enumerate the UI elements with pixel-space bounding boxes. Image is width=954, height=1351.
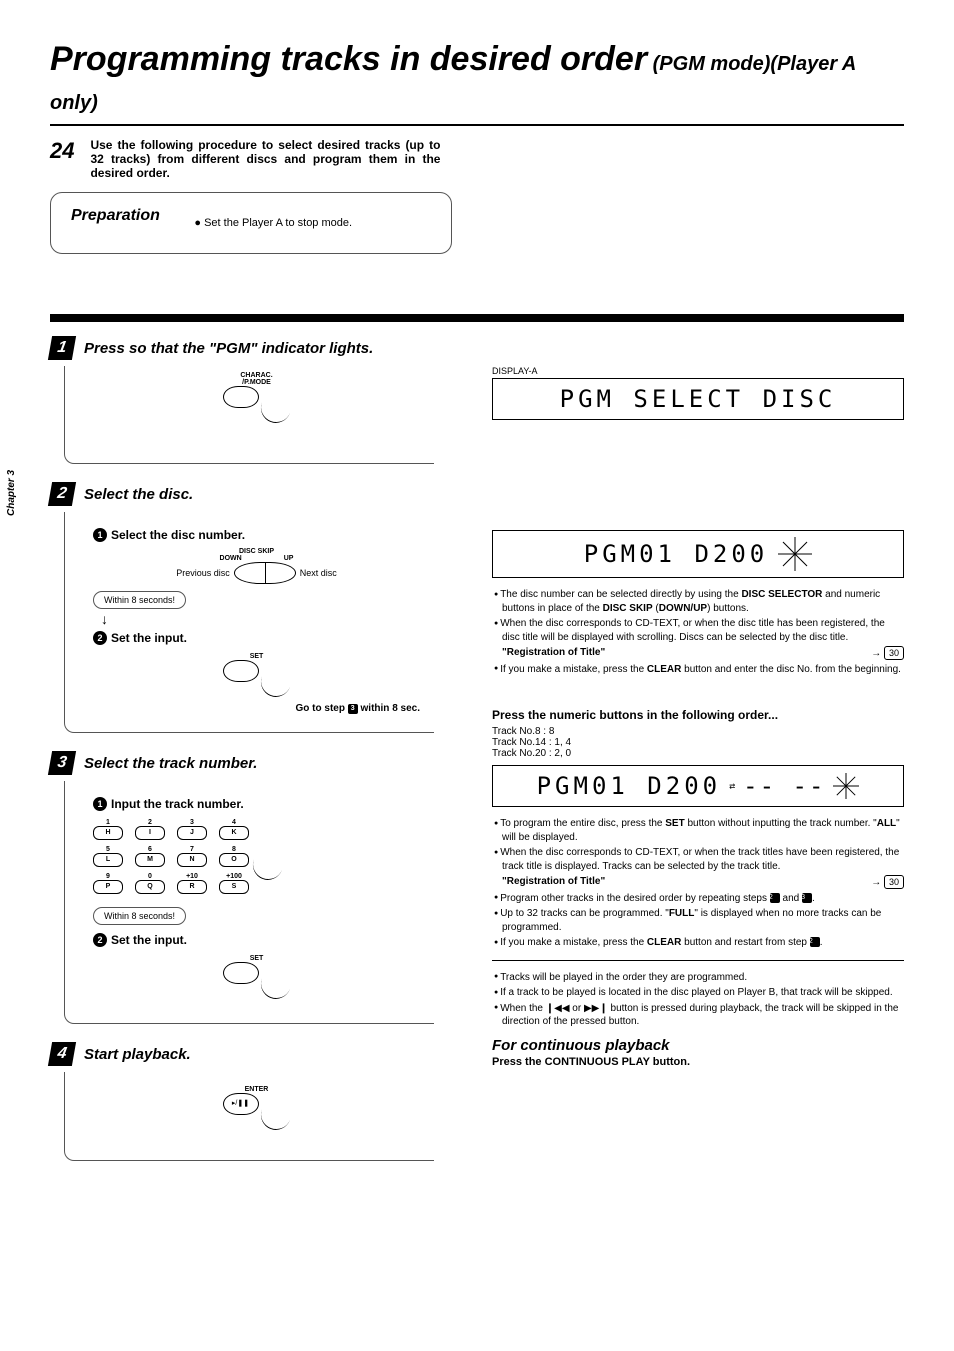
lcd-display-1: PGM SELECT DISC [492, 378, 904, 420]
step-2-title: Select the disc. [84, 486, 193, 503]
preparation-item: ● Set the Player A to stop mode. [194, 217, 352, 229]
numeric-key: +10R [177, 873, 207, 894]
registration-title-ref-2: "Registration of Title" [502, 875, 605, 890]
step-4-number: 4 [48, 1042, 76, 1066]
starburst-icon [778, 537, 812, 571]
disc-notes: The disc number can be selected directly… [492, 588, 904, 676]
set-button-icon-2 [223, 962, 259, 984]
disc-skip-rocker-icon [234, 562, 296, 584]
set-button-icon [223, 660, 259, 682]
step2-sub1-title: Select the disc number. [111, 528, 245, 542]
press-arrow-icon [256, 388, 295, 427]
numeric-key: 3J [177, 819, 207, 840]
step-4-title: Start playback. [84, 1046, 191, 1063]
charac-pmode-label: CHARAC. /P.MODE [93, 372, 420, 386]
intro-text: Use the following procedure to select de… [90, 138, 440, 180]
page-ref-30: 30 [884, 646, 904, 660]
numeric-key: 1H [93, 819, 123, 840]
step2-sub2-num: 2 [93, 631, 107, 645]
step-3-body: 1 Input the track number. 1H 2I 3J 4K 5L 6M 7N… [64, 781, 434, 1024]
playback-notes: Tracks will be played in the order they … [492, 971, 904, 1029]
registration-title-ref: "Registration of Title" [502, 646, 605, 661]
enter-button-icon: ▸/❚❚ [223, 1093, 259, 1115]
title-main: Programming tracks in desired order [50, 40, 647, 78]
press-arrow-icon-2 [256, 662, 295, 701]
step-1-title: Press so that the "PGM" indicator lights… [84, 340, 373, 357]
step2-sub1-num: 1 [93, 528, 107, 542]
next-disc-label: Next disc [300, 568, 337, 578]
press-arrow-icon-5 [256, 1095, 295, 1134]
track-example-8: Track No.8 : 8 [492, 726, 904, 737]
lcd-display-3: PGM01 D200 ⇄ -- -- [492, 765, 904, 807]
numeric-keypad: 1H 2I 3J 4K 5L 6M 7N 8O 9P 0Q +10R +100S [93, 819, 420, 900]
preparation-title: Preparation [71, 207, 160, 225]
step-2-number: 2 [48, 482, 76, 506]
numeric-key: 6M [135, 846, 165, 867]
lcd-display-2: PGM01 D200 [492, 530, 904, 578]
step3-sub2-title: Set the input. [111, 933, 187, 947]
preparation-box: Preparation ● Set the Player A to stop m… [50, 192, 452, 254]
step-4-body: ENTER ▸/❚❚ [64, 1072, 434, 1161]
step-3-number: 3 [48, 751, 76, 775]
numeric-key: 0Q [135, 873, 165, 894]
track-notes: To program the entire disc, press the SE… [492, 817, 904, 950]
numeric-key: +100S [219, 873, 249, 894]
page-number: 24 [50, 138, 80, 164]
continuous-playback-title: For continuous playback [492, 1037, 904, 1054]
step3-sub1-title: Input the track number. [111, 797, 244, 811]
down-arrow-icon: ↓ [101, 615, 420, 623]
numeric-key: 7N [177, 846, 207, 867]
numeric-key: 5L [93, 846, 123, 867]
page-title: Programming tracks in desired order (PGM… [50, 40, 904, 126]
page-ref-30-b: 30 [884, 875, 904, 889]
set-label: SET [93, 653, 420, 660]
left-column: Chapter 3 1 Press so that the "PGM" indi… [50, 336, 462, 1179]
numeric-key: 2I [135, 819, 165, 840]
continuous-playback-text: Press the CONTINUOUS PLAY button. [492, 1056, 904, 1068]
numeric-key: 4K [219, 819, 249, 840]
section-divider-bar [50, 314, 904, 322]
set-label-2: SET [93, 955, 420, 962]
disc-down-label: DOWN [220, 555, 242, 562]
track-example-20: Track No.20 : 2, 0 [492, 748, 904, 759]
goto-step3-note: Go to step 3 within 8 sec. [93, 703, 420, 714]
step3-sub2-num: 2 [93, 933, 107, 947]
step2-sub2-title: Set the input. [111, 631, 187, 645]
press-numeric-heading: Press the numeric buttons in the followi… [492, 708, 904, 722]
display-a-label: DISPLAY-A [492, 366, 904, 376]
press-arrow-icon-4 [256, 964, 295, 1003]
press-arrow-icon-3 [249, 845, 288, 884]
divider [492, 960, 904, 961]
chapter-side-label: Chapter 3 [6, 470, 17, 516]
numeric-key: 8O [219, 846, 249, 867]
prev-disc-label: Previous disc [176, 568, 230, 578]
within-8s-note: Within 8 seconds! [93, 591, 186, 609]
step-1-number: 1 [48, 336, 76, 360]
numeric-key: 9P [93, 873, 123, 894]
starburst-icon-2 [833, 773, 859, 799]
step-3-title: Select the track number. [84, 755, 257, 772]
pmode-button-icon [223, 386, 259, 408]
disc-up-label: UP [284, 555, 294, 562]
enter-label: ENTER [93, 1086, 420, 1093]
within-8s-note-2: Within 8 seconds! [93, 907, 186, 925]
step-2-body: 1Select the disc number. DISC SKIP DOWN … [64, 512, 434, 733]
track-example-14: Track No.14 : 1, 4 [492, 737, 904, 748]
disc-skip-label: DISC SKIP [93, 548, 420, 555]
step-1-body: CHARAC. /P.MODE [64, 366, 434, 464]
right-column: DISPLAY-A PGM SELECT DISC PGM01 D200 The… [492, 336, 904, 1179]
step3-sub1-num: 1 [93, 797, 107, 811]
